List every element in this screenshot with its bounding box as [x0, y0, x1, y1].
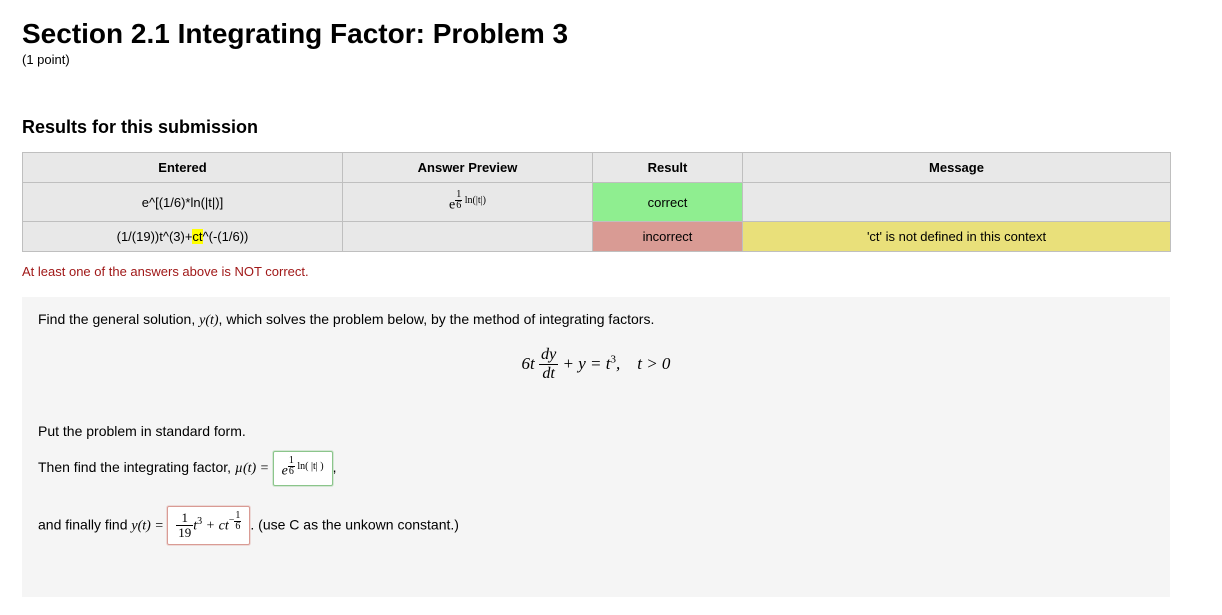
preview-exp-tail: ln(|t|) — [462, 195, 486, 206]
y-line: and finally find y(t) = 1 19 t3 + ct−16 … — [38, 506, 1154, 546]
entered-pre: (1/(19))t^(3)+ — [117, 229, 193, 244]
y-negexp-num: 1 — [234, 511, 241, 522]
col-result: Result — [593, 153, 743, 183]
message-cell — [743, 183, 1171, 222]
table-header-row: Entered Answer Preview Result Message — [23, 153, 1171, 183]
intro-yoft: y(t) — [199, 313, 218, 328]
eqn-frac-num: dy — [539, 347, 558, 365]
entered-post: ^(-(1/6)) — [203, 229, 249, 244]
mu-symbol: µ(t) = — [235, 461, 273, 476]
entered-cell: e^[(1/6)*ln(|t|)] — [23, 183, 343, 222]
problem-intro: Find the general solution, y(t), which s… — [38, 311, 1154, 329]
y-frac-den: 19 — [176, 526, 193, 540]
y-eq: y(t) = — [131, 518, 167, 533]
intro-post: , which solves the problem below, by the… — [219, 311, 655, 327]
points-label: (1 point) — [22, 52, 1200, 67]
mu-line: Then find the integrating factor, µ(t) =… — [38, 451, 1154, 485]
eqn-lead: 6t — [522, 354, 535, 373]
y-plus: + ct — [202, 518, 229, 533]
result-cell: incorrect — [593, 222, 743, 252]
result-cell: correct — [593, 183, 743, 222]
submission-warning: At least one of the answers above is NOT… — [22, 264, 1200, 279]
preview-cell — [343, 222, 593, 252]
intro-pre: Find the general solution, — [38, 311, 199, 327]
preview-cell: e16 ln(|t|) — [343, 183, 593, 222]
y-negexp-den: 6 — [234, 522, 241, 532]
y-tail: . (use C as the unkown constant.) — [250, 516, 459, 532]
mu-exp-ln: ln( |t| ) — [295, 461, 324, 472]
problem-body: Find the general solution, y(t), which s… — [22, 297, 1170, 597]
results-heading: Results for this submission — [22, 117, 1200, 138]
entered-highlight: ct — [192, 229, 202, 244]
equation: 6t dy dt + y = t3, t > 0 — [38, 347, 1154, 383]
standard-form-line: Put the problem in standard form. — [38, 423, 1154, 439]
y-pre: and finally find — [38, 516, 131, 532]
eqn-frac-den: dt — [539, 365, 558, 383]
table-row: e^[(1/6)*ln(|t|)] e16 ln(|t|) correct — [23, 183, 1171, 222]
eqn-mid: + y = t — [563, 354, 611, 373]
mu-answer-box[interactable]: e16 ln( |t| ) — [273, 451, 333, 485]
y-answer-box[interactable]: 1 19 t3 + ct−16 — [167, 506, 250, 546]
mu-comma: , — [333, 459, 337, 475]
table-row: (1/(19))t^(3)+ct^(-(1/6)) incorrect 'ct'… — [23, 222, 1171, 252]
col-preview: Answer Preview — [343, 153, 593, 183]
mu-exp-den: 6 — [288, 467, 295, 477]
col-message: Message — [743, 153, 1171, 183]
results-table: Entered Answer Preview Result Message e^… — [22, 152, 1171, 252]
mu-pre: Then find the integrating factor, — [38, 459, 235, 475]
eqn-tail: , t > 0 — [616, 354, 670, 373]
y-frac-num: 1 — [176, 511, 193, 526]
entered-cell: (1/(19))t^(3)+ct^(-(1/6)) — [23, 222, 343, 252]
message-cell: 'ct' is not defined in this context — [743, 222, 1171, 252]
page-title: Section 2.1 Integrating Factor: Problem … — [22, 18, 1200, 50]
col-entered: Entered — [23, 153, 343, 183]
